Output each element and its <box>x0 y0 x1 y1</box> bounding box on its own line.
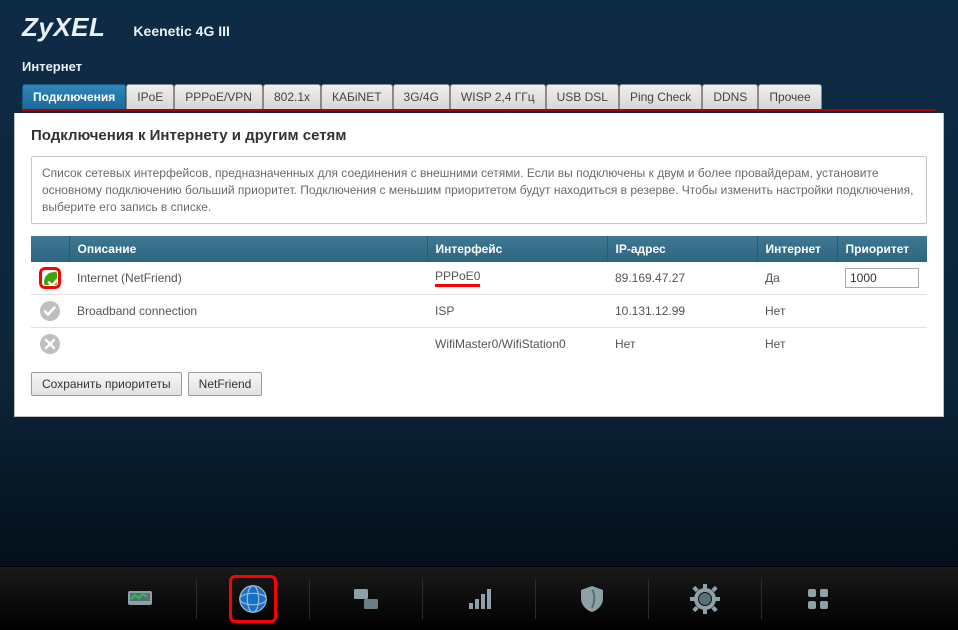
cell-iface: ISP <box>427 295 607 328</box>
connections-card: Подключения к Интернету и другим сетям С… <box>14 113 944 417</box>
col-internet: Интернет <box>757 236 837 262</box>
dock-separator <box>309 579 310 619</box>
dock-separator <box>648 579 649 619</box>
tab-4[interactable]: КАБiNET <box>321 84 393 109</box>
table-row[interactable]: Internet (NetFriend)PPPoE089.169.47.27Да <box>31 262 927 295</box>
cell-priority <box>837 262 927 295</box>
tab-6[interactable]: WISP 2,4 ГГц <box>450 84 546 109</box>
status-icon <box>31 262 69 295</box>
cell-ip: 10.131.12.99 <box>607 295 757 328</box>
col-interface: Интерфейс <box>427 236 607 262</box>
tab-5[interactable]: 3G/4G <box>393 84 450 109</box>
cell-iface: PPPoE0 <box>427 262 607 295</box>
cell-ip: Нет <box>607 328 757 361</box>
col-ip: IP-адрес <box>607 236 757 262</box>
cell-internet: Нет <box>757 328 837 361</box>
cell-internet: Да <box>757 262 837 295</box>
cell-priority <box>837 328 927 361</box>
col-status <box>31 236 69 262</box>
tab-0[interactable]: Подключения <box>22 84 126 109</box>
cell-internet: Нет <box>757 295 837 328</box>
dock-separator <box>761 579 762 619</box>
card-description: Список сетевых интерфейсов, предназначен… <box>31 156 927 224</box>
tab-strip: ПодключенияIPoEPPPoE/VPN802.1xКАБiNET3G/… <box>22 84 936 111</box>
cell-desc: Internet (NetFriend) <box>69 262 427 295</box>
cell-priority <box>837 295 927 328</box>
cell-iface: WifiMaster0/WifiStation0 <box>427 328 607 361</box>
netfriend-button[interactable]: NetFriend <box>188 372 263 396</box>
tab-8[interactable]: Ping Check <box>619 84 702 109</box>
globe-icon[interactable] <box>229 575 277 623</box>
model-name: Keenetic 4G III <box>133 23 229 39</box>
status-icon <box>31 328 69 361</box>
monitor-icon[interactable] <box>116 575 164 623</box>
tab-2[interactable]: PPPoE/VPN <box>174 84 263 109</box>
section-title: Интернет <box>22 59 936 74</box>
cell-desc <box>69 328 427 361</box>
bottom-dock <box>0 566 958 630</box>
cell-desc: Broadband connection <box>69 295 427 328</box>
apps-icon[interactable] <box>794 575 842 623</box>
dock-separator <box>422 579 423 619</box>
dock-separator <box>196 579 197 619</box>
shield-icon[interactable] <box>568 575 616 623</box>
tab-10[interactable]: Прочее <box>758 84 821 109</box>
col-priority: Приоритет <box>837 236 927 262</box>
wifi-icon[interactable] <box>455 575 503 623</box>
tab-7[interactable]: USB DSL <box>546 84 619 109</box>
gear-icon[interactable] <box>681 575 729 623</box>
table-row[interactable]: Broadband connectionISP10.131.12.99Нет <box>31 295 927 328</box>
status-icon <box>31 295 69 328</box>
connections-table: Описание Интерфейс IP-адрес Интернет При… <box>31 236 927 360</box>
card-title: Подключения к Интернету и другим сетям <box>31 127 927 144</box>
tab-3[interactable]: 802.1x <box>263 84 321 109</box>
col-description: Описание <box>69 236 427 262</box>
dock-separator <box>535 579 536 619</box>
brand-logo: ZyXEL <box>22 12 105 43</box>
network-icon[interactable] <box>342 575 390 623</box>
save-priorities-button[interactable]: Сохранить приоритеты <box>31 372 182 396</box>
tab-9[interactable]: DDNS <box>702 84 758 109</box>
table-row[interactable]: WifiMaster0/WifiStation0НетНет <box>31 328 927 361</box>
tab-1[interactable]: IPoE <box>126 84 174 109</box>
cell-ip: 89.169.47.27 <box>607 262 757 295</box>
priority-input[interactable] <box>845 268 919 288</box>
